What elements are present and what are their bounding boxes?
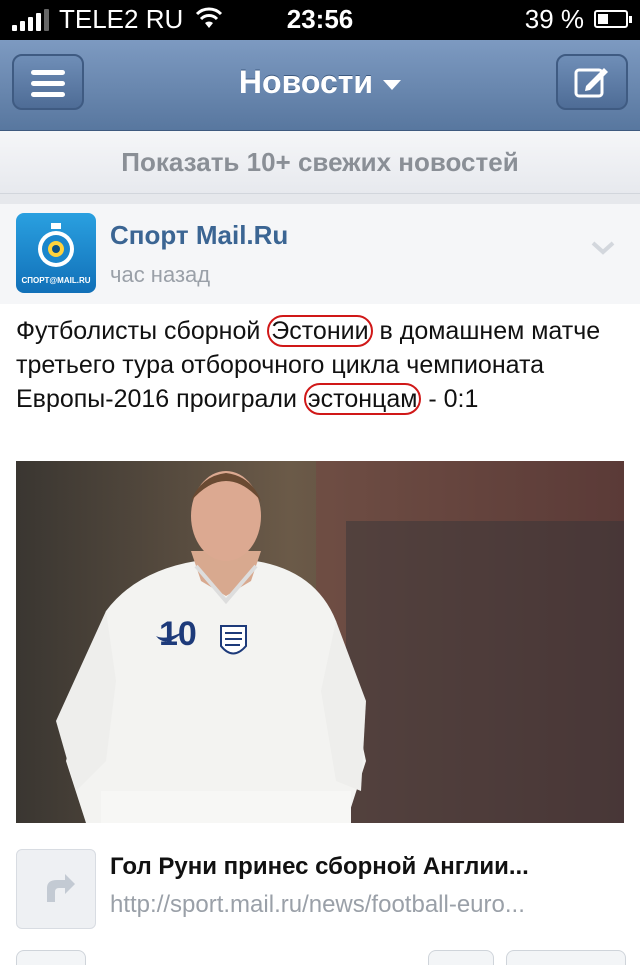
- post-header: СПОРТ@MAIL.RU Спорт Mail.Ru час назад: [0, 204, 640, 304]
- battery-percent: 39 %: [524, 4, 584, 34]
- battery-icon: [594, 10, 632, 28]
- link-attachment[interactable]: Гол Руни принес сборной Англии... http:/…: [16, 849, 624, 929]
- jersey-number: 10: [159, 615, 197, 653]
- post-text-part: Футболисты сборной: [16, 317, 268, 345]
- post-time: час назад: [110, 262, 211, 287]
- nav-bar: Новости: [0, 40, 640, 131]
- highlighted-word: эстонцам: [303, 383, 422, 415]
- share-button[interactable]: [428, 950, 494, 965]
- compose-button[interactable]: [556, 54, 628, 110]
- like-button[interactable]: [506, 950, 626, 965]
- link-thumbnail: [16, 849, 96, 929]
- link-title[interactable]: Гол Руни принес сборной Англии...: [110, 853, 622, 881]
- feed-separator: [0, 194, 640, 204]
- highlighted-word: Эстонии: [267, 315, 373, 347]
- nav-title: Новости: [238, 64, 374, 100]
- chevron-down-icon[interactable]: [590, 240, 616, 256]
- post-actions-row: [0, 950, 640, 965]
- compose-icon: [574, 68, 608, 98]
- post-photo[interactable]: 10: [16, 461, 624, 823]
- link-url[interactable]: http://sport.mail.ru/news/football-euro.…: [110, 891, 622, 919]
- news-post: СПОРТ@MAIL.RU Спорт Mail.Ru час назад Фу…: [0, 204, 640, 965]
- nav-title-dropdown[interactable]: Новости: [0, 64, 640, 101]
- avatar-logo-text: СПОРТ@MAIL.RU: [21, 276, 91, 285]
- caret-down-icon: [383, 79, 402, 90]
- football-player-image: [16, 461, 624, 823]
- share-arrow-icon: [47, 874, 75, 902]
- show-fresh-news-button[interactable]: Показать 10+ свежих новостей: [0, 131, 640, 194]
- post-text: Футболисты сборной Эстонии в домашнем ма…: [16, 314, 616, 416]
- post-text-part: - 0:1: [421, 385, 479, 413]
- post-source[interactable]: Спорт Mail.Ru: [110, 220, 288, 251]
- comment-button[interactable]: [16, 950, 86, 965]
- status-bar: TELE2 RU 23:56 39 %: [0, 0, 640, 40]
- avatar[interactable]: СПОРТ@MAIL.RU: [16, 213, 96, 293]
